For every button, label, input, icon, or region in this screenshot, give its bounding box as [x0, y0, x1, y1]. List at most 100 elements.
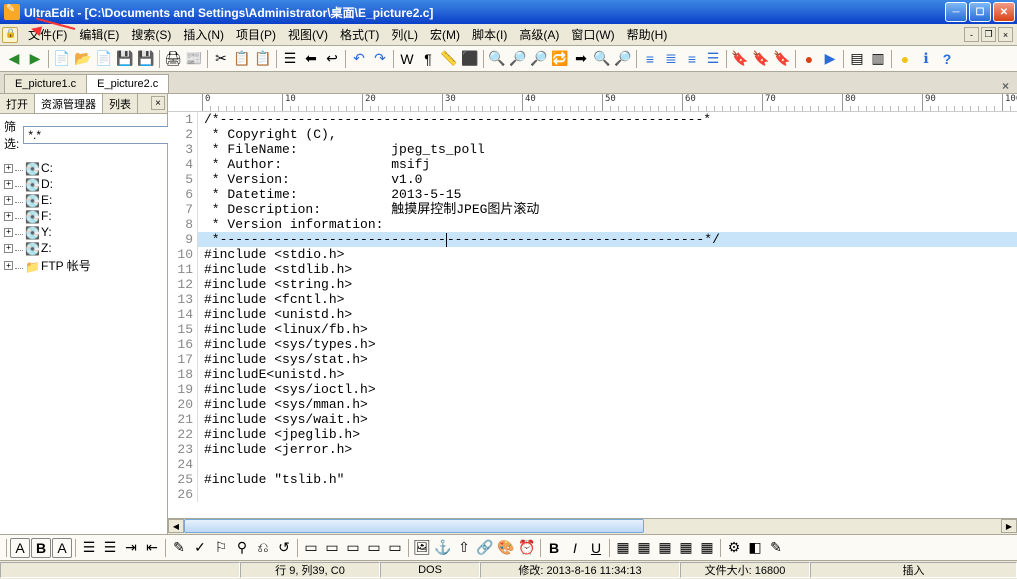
code-line[interactable]: 15#include <linux/fb.h>	[168, 322, 1017, 337]
code-line[interactable]: 8 * Version information:	[168, 217, 1017, 232]
macro-play-icon[interactable]: ●	[799, 49, 819, 69]
file-tree[interactable]: +💽C:+💽D:+💽E:+💽F:+💽Y:+💽Z:+📁FTP 帐号	[0, 156, 167, 534]
code-line[interactable]: 21#include <sys/wait.h>	[168, 412, 1017, 427]
grid1-icon[interactable]: ▦	[613, 538, 633, 558]
list-ol-icon[interactable]: ☰	[100, 538, 120, 558]
code-line[interactable]: 19#include <sys/ioctl.h>	[168, 382, 1017, 397]
grid2-icon[interactable]: ▦	[634, 538, 654, 558]
scroll-left-button[interactable]: ◀	[168, 519, 184, 533]
code-line[interactable]: 20#include <sys/mman.h>	[168, 397, 1017, 412]
horizontal-scrollbar[interactable]: ◀ ▶	[168, 518, 1017, 534]
menu-item[interactable]: 帮助(H)	[621, 26, 674, 44]
help-icon[interactable]: ?	[937, 49, 957, 69]
code-line[interactable]: 25#include "tslib.h"	[168, 472, 1017, 487]
code-line[interactable]: 6 * Datetime: 2013-5-15	[168, 187, 1017, 202]
menu-item[interactable]: 搜索(S)	[125, 26, 177, 44]
tab-close-button[interactable]: ×	[998, 79, 1013, 93]
grid3-icon[interactable]: ▦	[655, 538, 675, 558]
menu-item[interactable]: 视图(V)	[282, 26, 334, 44]
expand-icon[interactable]: +	[4, 212, 13, 221]
code-line[interactable]: 23#include <jerror.h>	[168, 442, 1017, 457]
menu-item[interactable]: 窗口(W)	[565, 26, 620, 44]
code-editor[interactable]: 1/*-------------------------------------…	[168, 112, 1017, 518]
time-icon[interactable]: ⏰	[517, 538, 537, 558]
tool4-icon[interactable]: ⚲	[232, 538, 252, 558]
filter-input[interactable]	[23, 126, 188, 144]
scroll-right-button[interactable]: ▶	[1001, 519, 1017, 533]
code-line[interactable]: 26	[168, 487, 1017, 502]
tree-item[interactable]: +💽F:	[4, 208, 163, 224]
image-icon[interactable]: 🖼	[412, 538, 432, 558]
bg-icon[interactable]: ⬛	[460, 49, 480, 69]
menu-item[interactable]: 宏(M)	[424, 26, 466, 44]
new-icon[interactable]: 📄	[52, 49, 72, 69]
tree-item[interactable]: +💽Y:	[4, 224, 163, 240]
replace-icon[interactable]: 🔁	[550, 49, 570, 69]
save-icon[interactable]: 💾	[115, 49, 135, 69]
find-icon[interactable]: 🔍	[487, 49, 507, 69]
misc1-icon[interactable]: ⚙	[724, 538, 744, 558]
menu-item[interactable]: 脚本(I)	[466, 26, 513, 44]
layout2-icon[interactable]: ▭	[322, 538, 342, 558]
tag-a-icon[interactable]: A	[10, 538, 30, 558]
tool5-icon[interactable]: ⎌	[253, 538, 273, 558]
tool2-icon[interactable]: ✓	[190, 538, 210, 558]
link-icon[interactable]: 🔗	[475, 538, 495, 558]
tree-item[interactable]: +💽D:	[4, 176, 163, 192]
menu-item[interactable]: 项目(P)	[230, 26, 282, 44]
print-icon[interactable]: 🖨	[163, 49, 183, 69]
menu-item[interactable]: 列(L)	[385, 26, 424, 44]
ruler-icon[interactable]: 📏	[439, 49, 459, 69]
copy-icon[interactable]: 📋	[232, 49, 252, 69]
open-icon[interactable]: 📂	[73, 49, 93, 69]
code-line[interactable]: 4 * Author: msifj	[168, 157, 1017, 172]
tree-item[interactable]: +💽Z:	[4, 240, 163, 256]
grid4-icon[interactable]: ▦	[676, 538, 696, 558]
layout1-icon[interactable]: ▭	[301, 538, 321, 558]
code-line[interactable]: 14#include <unistd.h>	[168, 307, 1017, 322]
outdent2-icon[interactable]: ⇤	[142, 538, 162, 558]
code-line[interactable]: 10#include <stdio.h>	[168, 247, 1017, 262]
redo-icon[interactable]: ↷	[370, 49, 390, 69]
code-line[interactable]: 17#include <sys/stat.h>	[168, 352, 1017, 367]
tag-b-icon[interactable]: B	[31, 538, 51, 558]
file-tab[interactable]: E_picture2.c	[86, 74, 169, 93]
bookmark-next-icon[interactable]: 🔖	[751, 49, 771, 69]
cut-icon[interactable]: ✂	[211, 49, 231, 69]
bookmark-icon[interactable]: 🔖	[730, 49, 750, 69]
close-button[interactable]: ✕	[993, 2, 1015, 22]
code-line[interactable]: 3 * FileName: jpeg_ts_poll	[168, 142, 1017, 157]
para-icon[interactable]: ¶	[418, 49, 438, 69]
format-i-icon[interactable]: I	[565, 538, 585, 558]
macro-record-icon[interactable]: ▶	[820, 49, 840, 69]
menu-item[interactable]: 高级(A)	[513, 26, 565, 44]
tree-item[interactable]: +💽C:	[4, 160, 163, 176]
align-right-icon[interactable]: ≡	[682, 49, 702, 69]
info-icon[interactable]: ℹ	[916, 49, 936, 69]
mdi-close-button[interactable]: ×	[998, 27, 1013, 42]
bookmark-prev-icon[interactable]: 🔖	[772, 49, 792, 69]
grid5-icon[interactable]: ▦	[697, 538, 717, 558]
anchor-icon[interactable]: ⚓	[433, 538, 453, 558]
goto-icon[interactable]: ➡	[571, 49, 591, 69]
align-left-icon[interactable]: ≡	[640, 49, 660, 69]
menu-item[interactable]: 插入(N)	[177, 26, 230, 44]
list-ul-icon[interactable]: ☰	[79, 538, 99, 558]
upload-icon[interactable]: ⇧	[454, 538, 474, 558]
menu-item[interactable]: 格式(T)	[334, 26, 385, 44]
expand-icon[interactable]: +	[4, 244, 13, 253]
code-line[interactable]: 13#include <fcntl.h>	[168, 292, 1017, 307]
side-tab-list[interactable]: 列表	[103, 94, 138, 113]
justify-icon[interactable]: ☰	[703, 49, 723, 69]
tag-i-icon[interactable]: A	[52, 538, 72, 558]
align-center-icon[interactable]: ≣	[661, 49, 681, 69]
tool3-icon[interactable]: ⚐	[211, 538, 231, 558]
find4-icon[interactable]: 🔎	[613, 49, 633, 69]
forward-button[interactable]: ▶	[25, 49, 45, 69]
color-icon[interactable]: 🎨	[496, 538, 516, 558]
list-icon[interactable]: ☰	[280, 49, 300, 69]
paste-icon[interactable]: 📋	[253, 49, 273, 69]
side-close-button[interactable]: ×	[151, 96, 165, 110]
close-file-icon[interactable]: 📄	[94, 49, 114, 69]
expand-icon[interactable]: +	[4, 228, 13, 237]
